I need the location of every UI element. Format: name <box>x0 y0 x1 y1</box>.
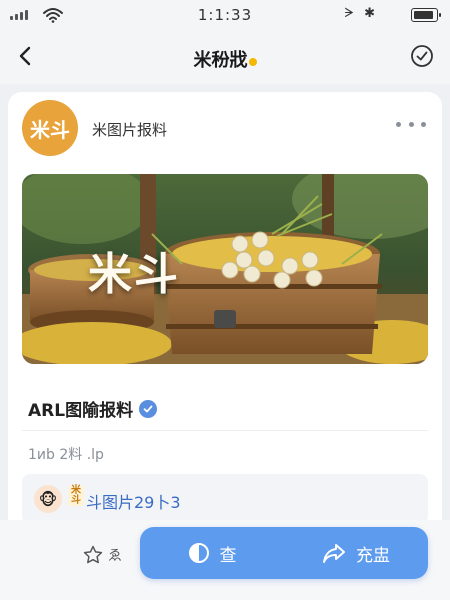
more-dots-icon[interactable] <box>396 114 426 134</box>
check-circle-icon[interactable] <box>410 44 434 68</box>
favorite-button[interactable]: ゑ <box>82 544 122 566</box>
related-badge: 米斗 <box>68 486 84 506</box>
view-button[interactable]: 查 <box>140 527 284 579</box>
view-label: 查 <box>219 545 237 566</box>
divider <box>22 430 428 431</box>
status-indicators: ᗒ ✱ <box>344 6 378 21</box>
nav-bar: 米秎戕 <box>0 30 450 84</box>
image-caption: 米斗 <box>88 249 180 300</box>
title-badge-icon <box>248 58 257 66</box>
share-icon <box>323 544 345 563</box>
star-icon <box>83 545 103 564</box>
share-label: 充盅 <box>356 545 390 566</box>
avatar-text: 米斗 <box>30 117 70 142</box>
page-title: 米秎戕 <box>0 46 450 72</box>
face-icon: 🐵 <box>34 485 62 513</box>
post-title-text: ARL图隃报料 <box>28 401 134 421</box>
battery-icon <box>411 8 441 22</box>
related-text: 斗图片29卜3 <box>86 493 181 512</box>
post-title: ARL图隃报料 <box>28 396 158 421</box>
avatar[interactable]: 米斗 <box>22 100 78 156</box>
status-bar: 1:1:33 ᗒ ✱ <box>0 0 450 30</box>
post-image[interactable]: 米斗 <box>22 174 428 364</box>
related-link[interactable]: 🐵 米斗 斗图片29卜3 <box>22 474 428 524</box>
verified-icon <box>139 399 158 418</box>
favorite-label: ゑ <box>108 548 122 564</box>
post-card: 米斗 米图片报料 米斗 ARL图隃报料 1иb 2料 .lp 🐵 米斗 斗图片2… <box>8 92 442 562</box>
bottom-bar: ゑ 查 充盅 <box>0 520 450 600</box>
author-name[interactable]: 米图片报料 <box>92 119 167 140</box>
view-icon <box>188 543 209 563</box>
action-pill: 查 充盅 <box>140 527 428 579</box>
status-time: 1:1:33 <box>197 6 253 24</box>
share-button[interactable]: 充盅 <box>284 527 428 579</box>
post-meta: 1иb 2料 .lp <box>28 447 104 463</box>
page-title-text: 米秎戕 <box>193 50 248 71</box>
rice-basket-illustration <box>22 174 428 364</box>
